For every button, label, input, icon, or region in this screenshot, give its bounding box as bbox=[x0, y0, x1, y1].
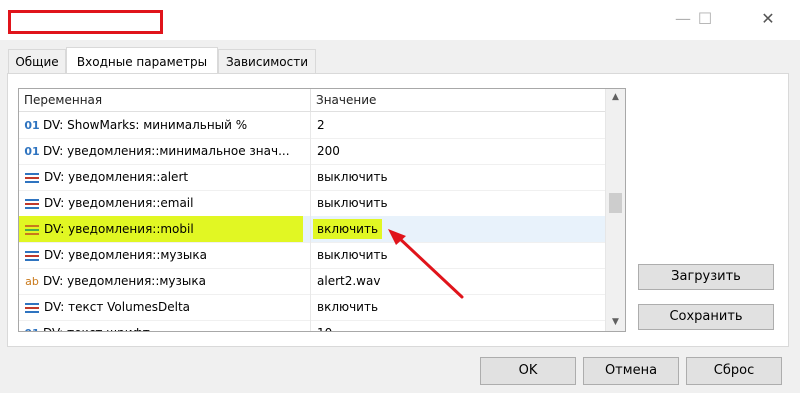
tab-input-parameters[interactable]: Входные параметры bbox=[66, 47, 218, 73]
dialog-window: — ☐ ✕ Общие Входные параметры Зависимост… bbox=[0, 0, 800, 393]
